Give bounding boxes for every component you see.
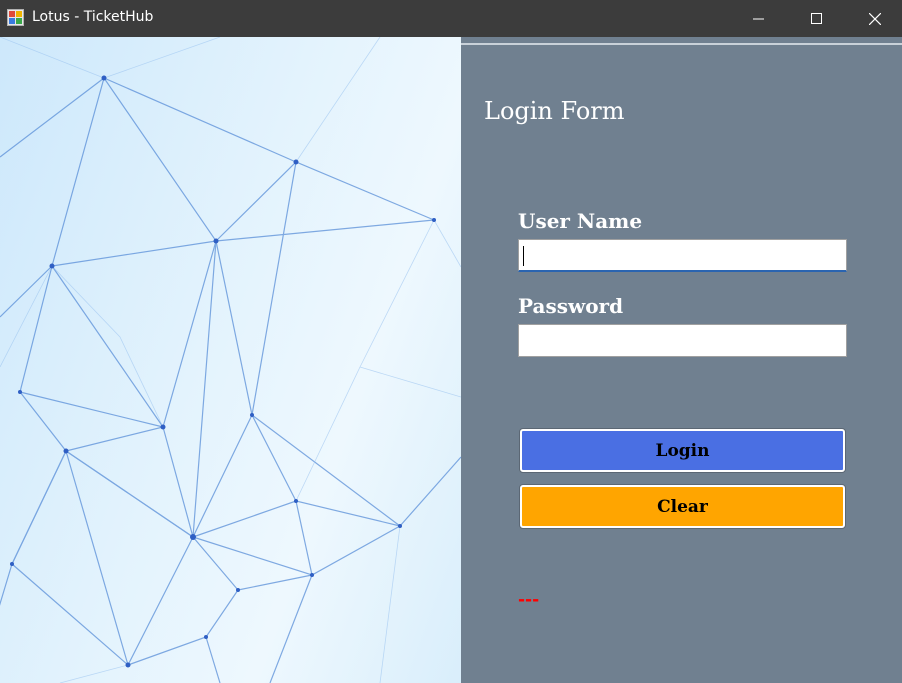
login-button-label: Login [655, 440, 710, 461]
form-title: Login Form [484, 97, 625, 125]
minimize-button[interactable] [730, 0, 788, 37]
password-label: Password [518, 294, 624, 318]
login-button[interactable]: Login [520, 429, 845, 472]
network-lines-graphic [0, 37, 461, 683]
maximize-icon [811, 12, 822, 24]
clear-button[interactable]: Clear [520, 485, 845, 528]
title-bar[interactable]: Lotus - TicketHub [0, 0, 902, 37]
login-form-panel: Login Form User Name Password Login Clea… [461, 37, 902, 683]
username-input[interactable] [518, 239, 847, 272]
username-label: User Name [518, 209, 643, 233]
divider-line [461, 43, 902, 45]
minimize-icon [753, 18, 764, 19]
status-message: --- [518, 590, 540, 610]
window-title: Lotus - TicketHub [32, 9, 154, 25]
close-icon [869, 12, 881, 25]
text-caret [523, 246, 524, 266]
login-window: Lotus - TicketHub Login Form User Name P… [0, 0, 902, 683]
password-input[interactable] [518, 324, 847, 357]
close-button[interactable] [846, 0, 902, 37]
network-background-image [0, 37, 461, 683]
clear-button-label: Clear [657, 496, 708, 517]
app-window-icon [7, 9, 24, 26]
maximize-button[interactable] [788, 0, 846, 37]
